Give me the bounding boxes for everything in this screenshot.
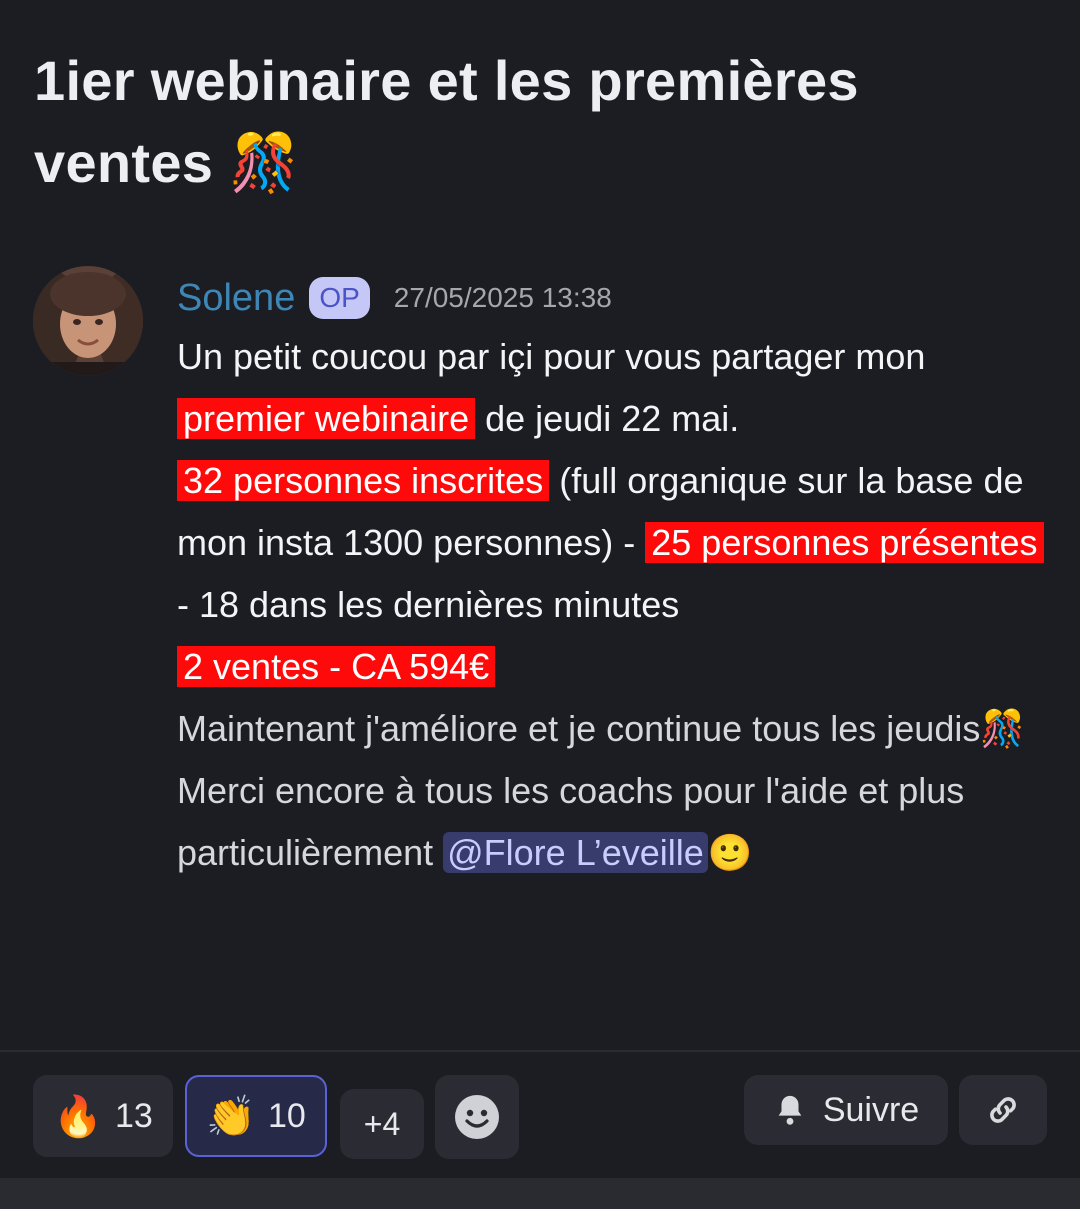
reaction-clap[interactable]: 👏 10 [185,1075,327,1157]
bottom-bar [0,1178,1080,1209]
reaction-count: 13 [114,1096,153,1135]
smile-emoji: 🙂 [707,832,753,873]
highlighted-text: premier webinaire [177,398,476,439]
smiley-icon [455,1095,499,1139]
follow-button[interactable]: Suivre [744,1075,948,1145]
post-title: 1ier webinaire et les premières ventes 🎊 [34,49,859,194]
add-reaction-button[interactable] [435,1075,519,1159]
message-paragraph: 2 ventes - CA 594€ [177,636,1047,698]
user-mention[interactable]: @Flore L’eveille [443,832,708,873]
confetti-emoji: 🎊 [980,708,1026,749]
message-text: - 18 dans les dernières minutes [177,584,680,625]
message-paragraph: Maintenant j'améliore et je continue tou… [177,698,1047,760]
message-paragraph: 32 personnes inscrites (full organique s… [177,450,1047,636]
clap-icon: 👏 [206,1094,256,1139]
author-avatar[interactable] [33,266,143,376]
highlighted-text: 25 personnes présentes [645,522,1044,563]
reaction-fire[interactable]: 🔥 13 [33,1075,173,1157]
author-name[interactable]: Solene [177,277,295,320]
divider [0,1050,1080,1052]
more-reactions-button[interactable]: +4 [340,1089,424,1159]
message-text: Un petit coucou par içi pour vous partag… [177,336,926,377]
message-body: Un petit coucou par içi pour vous partag… [177,326,1047,884]
reaction-count: 10 [267,1096,306,1135]
post-meta: Solene OP 27/05/2025 13:38 [177,270,612,326]
link-icon [990,1097,1016,1123]
message-paragraph: Merci encore à tous les coachs pour l'ai… [177,760,1047,884]
message-text: Maintenant j'améliore et je continue tou… [177,708,981,749]
post-timestamp: 27/05/2025 13:38 [393,282,612,313]
follow-label: Suivre [822,1090,920,1129]
message-text: de jeudi 22 mai. [475,398,740,439]
fire-icon: 🔥 [53,1094,103,1139]
bell-icon [778,1095,802,1125]
copy-link-button[interactable] [959,1075,1047,1145]
highlighted-text: 2 ventes - CA 594€ [177,646,496,687]
message-paragraph: Un petit coucou par içi pour vous partag… [177,326,1047,450]
op-badge: OP [309,277,370,319]
highlighted-text: 32 personnes inscrites [177,460,550,501]
